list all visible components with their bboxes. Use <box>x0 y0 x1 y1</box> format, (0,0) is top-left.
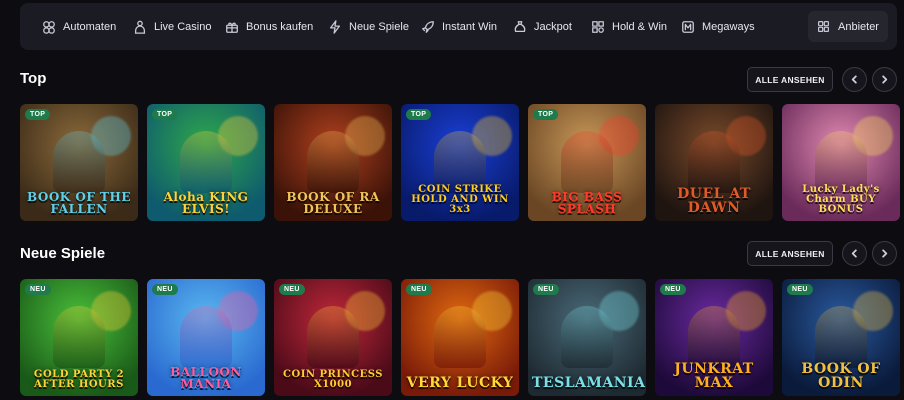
nav-item-label: Jackpot <box>534 20 572 33</box>
nav-item-hold-win[interactable]: Hold & Win <box>591 3 667 50</box>
game-tile[interactable]: GOLD PARTY 2 AFTER HOURS NEU <box>20 279 138 396</box>
nav-item-jackpot[interactable]: Jackpot <box>513 3 572 50</box>
rocket-icon <box>422 20 434 33</box>
game-title: VERY LUCKY <box>406 375 514 391</box>
game-badge: NEU <box>279 284 305 295</box>
game-badge: NEU <box>660 284 686 295</box>
game-badge: TOP <box>152 109 178 120</box>
artwork-character <box>53 131 105 193</box>
game-badge: TOP <box>25 109 51 120</box>
game-tile[interactable]: Lucky Lady's Charm BUY BONUS <box>782 104 900 221</box>
scroll-left-button-top[interactable] <box>842 67 867 92</box>
slot-machine-icon <box>43 20 55 34</box>
game-tile[interactable]: VERY LUCKY NEU <box>401 279 519 396</box>
artwork-character <box>307 131 359 193</box>
grid-dots-icon <box>592 20 604 33</box>
nav-item-megaways[interactable]: Megaways <box>681 3 755 50</box>
nav-item-label: Automaten <box>63 20 117 33</box>
nav-item-bonus-kaufen[interactable]: Bonus kaufen <box>225 3 313 50</box>
nav-item-label: Neue Spiele <box>349 20 409 33</box>
game-tile[interactable]: COIN PRINCESS X1000 NEU <box>274 279 392 396</box>
artwork-character <box>561 131 613 193</box>
scroll-left-button-neue-spiele[interactable] <box>842 241 867 266</box>
artwork-character <box>688 131 740 193</box>
artwork-character <box>561 306 613 368</box>
nav-item-automaten[interactable]: Automaten <box>42 3 116 50</box>
game-title: BOOK OF THE FALLEN <box>27 190 131 216</box>
game-tile[interactable]: Aloha KING ELVIS! TOP <box>147 104 265 221</box>
gift-icon <box>226 22 238 33</box>
grid-icon <box>818 21 829 32</box>
artwork-character <box>307 306 359 368</box>
section-title-top: Top <box>20 70 47 87</box>
game-title: BOOK OF RA DELUXE <box>286 190 380 216</box>
scroll-right-button-neue-spiele[interactable] <box>872 241 897 266</box>
money-bag-icon <box>514 20 526 32</box>
nav-item-label: Instant Win <box>442 20 498 33</box>
game-tile[interactable]: BOOK OF ODIN NEU <box>782 279 900 396</box>
game-title: COIN PRINCESS X1000 <box>283 369 383 390</box>
nav-item-label: Hold & Win <box>612 20 668 33</box>
game-tile[interactable]: BOOK OF RA DELUXE <box>274 104 392 221</box>
artwork-character <box>180 131 232 193</box>
artwork-character <box>815 306 867 368</box>
game-title: Aloha KING ELVIS! <box>163 190 249 216</box>
game-badge: NEU <box>406 284 432 295</box>
lightning-icon <box>329 19 341 34</box>
nav-item-instant-win[interactable]: Instant Win <box>421 3 497 50</box>
game-badge: TOP <box>406 109 432 120</box>
game-title: COIN STRIKE HOLD AND WIN 3x3 <box>411 184 509 215</box>
nav-item-label: Bonus kaufen <box>246 20 314 33</box>
game-tile[interactable]: TESLAMANIA NEU <box>528 279 646 396</box>
category-nav: Automaten Live Casino Bonus kaufen Neue … <box>20 3 897 50</box>
game-tile[interactable]: BALLOON MANIA NEU <box>147 279 265 396</box>
game-tile[interactable]: DUEL AT DAWN <box>655 104 773 221</box>
game-badge: NEU <box>25 284 51 295</box>
see-all-button-neue-spiele[interactable]: ALLE ANSEHEN <box>747 241 833 266</box>
artwork-character <box>434 306 486 368</box>
nav-item-neue-spiele[interactable]: Neue Spiele <box>328 3 409 50</box>
game-tile[interactable]: COIN STRIKE HOLD AND WIN 3x3 TOP <box>401 104 519 221</box>
game-title: TESLAMANIA <box>532 375 646 391</box>
game-tile[interactable]: BIG BASS SPLASH TOP <box>528 104 646 221</box>
game-badge: TOP <box>533 109 559 120</box>
game-badge: NEU <box>787 284 813 295</box>
chevron-left-icon <box>851 249 857 258</box>
nav-item-live-casino[interactable]: Live Casino <box>133 3 211 50</box>
nav-item-label: Live Casino <box>154 20 212 33</box>
game-title: JUNKRAT MAX <box>674 361 754 391</box>
game-title: BALLOON MANIA <box>170 365 242 391</box>
game-title: BIG BASS SPLASH <box>551 190 623 216</box>
game-title: DUEL AT DAWN <box>677 186 751 216</box>
section-title-neue-spiele: Neue Spiele <box>20 245 106 262</box>
see-all-button-top[interactable]: ALLE ANSEHEN <box>747 67 833 92</box>
providers-label: Anbieter <box>838 20 879 33</box>
game-badge: NEU <box>152 284 178 295</box>
chevron-left-icon <box>851 75 857 84</box>
artwork-character <box>180 306 232 368</box>
chevron-right-icon <box>882 75 888 84</box>
artwork-character <box>688 306 740 368</box>
game-title: GOLD PARTY 2 AFTER HOURS <box>33 369 125 390</box>
providers-button[interactable]: Anbieter <box>808 11 888 42</box>
m-box-icon <box>682 20 694 33</box>
dealer-icon <box>134 20 146 34</box>
game-tile[interactable]: BOOK OF THE FALLEN TOP <box>20 104 138 221</box>
game-title: BOOK OF ODIN <box>801 361 881 391</box>
artwork-character <box>53 306 105 368</box>
chevron-right-icon <box>882 249 888 258</box>
nav-item-label: Megaways <box>702 20 755 33</box>
scroll-right-button-top[interactable] <box>872 67 897 92</box>
game-tile[interactable]: JUNKRAT MAX NEU <box>655 279 773 396</box>
game-title: Lucky Lady's Charm BUY BONUS <box>802 184 880 215</box>
game-badge: NEU <box>533 284 559 295</box>
